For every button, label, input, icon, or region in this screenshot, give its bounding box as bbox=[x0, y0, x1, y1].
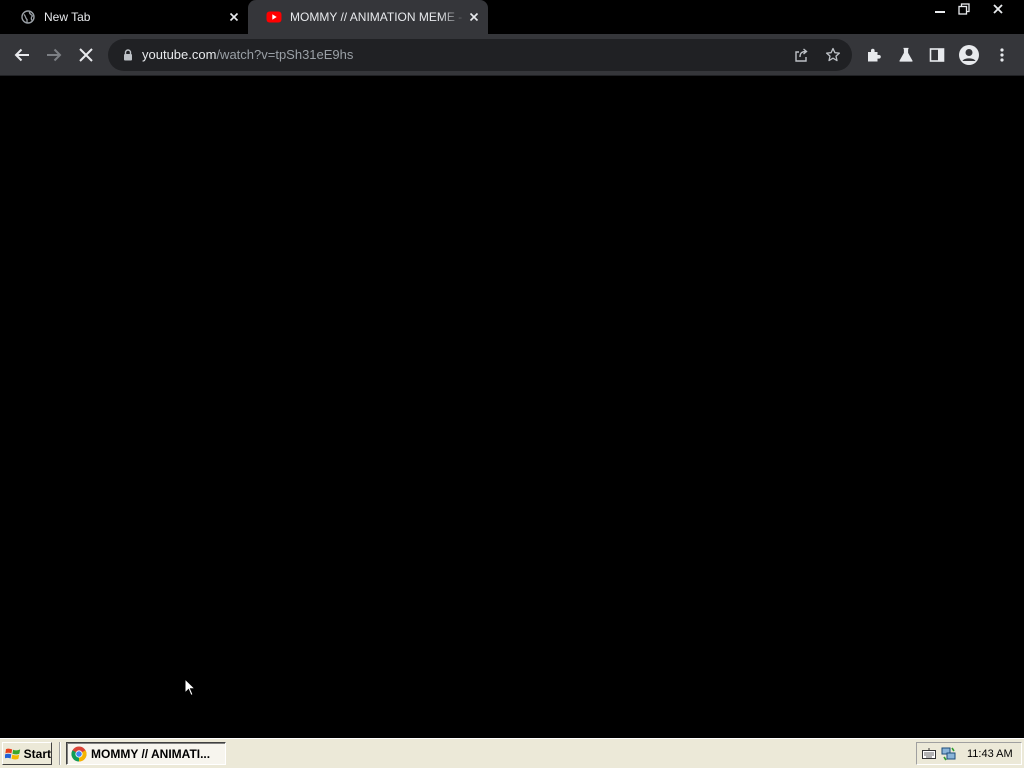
labs-button[interactable] bbox=[891, 40, 921, 70]
lock-icon[interactable] bbox=[120, 47, 136, 63]
clock[interactable]: 11:43 AM bbox=[967, 748, 1013, 760]
start-button[interactable]: Start bbox=[2, 742, 52, 765]
taskbar-separator bbox=[59, 742, 61, 765]
restore-button[interactable] bbox=[953, 0, 975, 18]
taskbar-task-browser[interactable]: MOMMY // ANIMATI... bbox=[66, 742, 226, 765]
start-label: Start bbox=[23, 746, 51, 761]
share-icon[interactable] bbox=[789, 43, 813, 67]
stop-icon bbox=[79, 48, 93, 62]
network-icon[interactable] bbox=[941, 746, 957, 762]
close-tab-icon[interactable] bbox=[466, 9, 482, 25]
puzzle-icon bbox=[868, 48, 881, 62]
forward-arrow-icon bbox=[47, 48, 62, 62]
url-path: /watch?v=tpSh31eE9hs bbox=[216, 47, 354, 62]
profile-button[interactable] bbox=[954, 40, 984, 70]
address-bar[interactable]: youtube.com/watch?v=tpSh31eE9hs bbox=[108, 39, 852, 71]
bookmark-star-icon[interactable] bbox=[821, 43, 845, 67]
tab-new-tab[interactable]: New Tab bbox=[2, 0, 248, 34]
page-content[interactable] bbox=[0, 77, 1024, 737]
extensions-button[interactable] bbox=[859, 40, 889, 70]
minimize-button[interactable] bbox=[929, 0, 951, 18]
flask-icon bbox=[899, 47, 913, 62]
browser-toolbar: youtube.com/watch?v=tpSh31eE9hs bbox=[0, 34, 1024, 76]
mouse-pointer-icon bbox=[184, 677, 197, 702]
windows-logo-icon bbox=[5, 748, 21, 759]
stop-loading-button[interactable] bbox=[71, 40, 101, 70]
url-domain: youtube.com bbox=[142, 47, 217, 62]
system-tray: 11:43 AM bbox=[916, 742, 1022, 765]
chrome-icon bbox=[71, 746, 87, 762]
side-panel-icon bbox=[929, 48, 945, 62]
task-label: MOMMY // ANIMATI... bbox=[91, 746, 211, 761]
avatar-icon bbox=[959, 45, 979, 65]
back-button[interactable] bbox=[7, 40, 37, 70]
taskbar: Start MOMMY // ANIMATI... 11:43 AM bbox=[0, 738, 1024, 768]
tab-title: MOMMY // ANIMATION MEME - YouTube bbox=[290, 10, 466, 24]
tab-title: New Tab bbox=[44, 10, 91, 24]
close-window-button[interactable] bbox=[984, 0, 1012, 18]
tab-strip: New Tab MOMMY // ANIMATION MEME - YouTub… bbox=[0, 0, 1024, 34]
menu-button[interactable] bbox=[987, 40, 1017, 70]
globe-icon bbox=[20, 9, 36, 25]
keyboard-icon[interactable] bbox=[921, 746, 937, 762]
side-panel-button[interactable] bbox=[922, 40, 952, 70]
kebab-menu-icon bbox=[1000, 48, 1004, 62]
back-arrow-icon bbox=[14, 48, 29, 62]
close-tab-icon[interactable] bbox=[226, 9, 242, 25]
forward-button[interactable] bbox=[39, 40, 69, 70]
tab-youtube[interactable]: MOMMY // ANIMATION MEME - YouTube bbox=[248, 0, 488, 34]
url-text: youtube.com/watch?v=tpSh31eE9hs bbox=[142, 39, 353, 71]
youtube-icon bbox=[266, 9, 282, 25]
